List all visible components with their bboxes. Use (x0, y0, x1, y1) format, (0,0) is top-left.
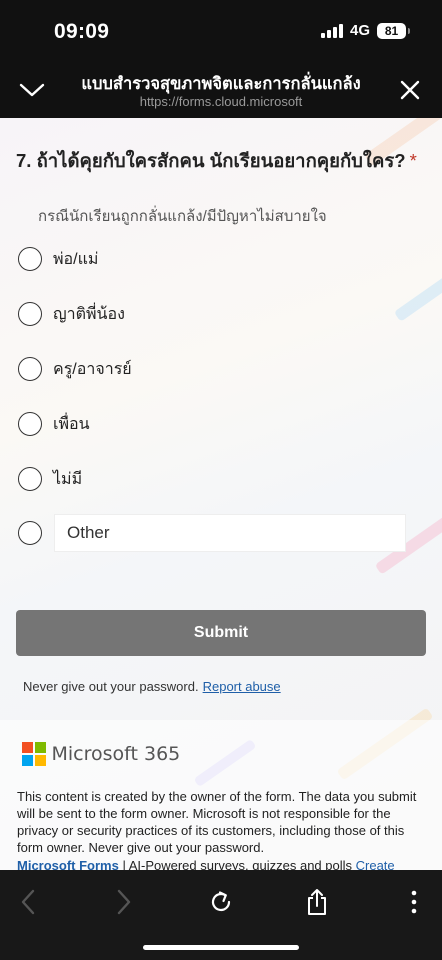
microsoft-365-logo: Microsoft 365 (22, 742, 180, 766)
radio-button[interactable] (18, 247, 42, 271)
question-text: 7. ถ้าได้คุยกับใครสักคน นักเรียนอยากคุยก… (16, 150, 406, 171)
option-label: ญาติพี่น้อง (53, 305, 125, 323)
option-father-mother[interactable]: พ่อ/แม่ (18, 242, 418, 276)
share-button[interactable] (297, 882, 337, 922)
page-url: https://forms.cloud.microsoft (139, 94, 303, 109)
chevron-down-icon (19, 83, 45, 97)
network-type: 4G (349, 22, 370, 39)
home-indicator[interactable] (143, 945, 299, 950)
reload-button[interactable] (201, 882, 241, 922)
status-indicators: 4G 81 (320, 22, 410, 39)
footer: Microsoft 365 This content is created by… (0, 720, 442, 870)
option-friend[interactable]: เพื่อน (18, 407, 418, 441)
question-title: 7. ถ้าได้คุยกับใครสักคน นักเรียนอยากคุยก… (16, 148, 428, 174)
browser-header: แบบสำรวจสุขภาพจิตและการกลั่นแกล้ง https:… (0, 62, 442, 118)
back-icon (21, 889, 35, 915)
question-subtitle: กรณีนักเรียนถูกกลั่นแกล้ง/มีปัญหาไม่สบาย… (38, 208, 327, 225)
radio-button[interactable] (18, 302, 42, 326)
share-icon (308, 889, 326, 915)
signal-icon (320, 23, 343, 38)
forms-tagline: Microsoft Forms | AI-Powered surveys, qu… (17, 858, 437, 870)
collapse-button[interactable] (16, 74, 48, 106)
forward-icon (117, 889, 131, 915)
brand-name: Microsoft 365 (51, 742, 181, 765)
option-label: ครู/อาจารย์ (53, 360, 132, 378)
option-other[interactable]: Other (18, 514, 418, 552)
option-label: เพื่อน (53, 415, 90, 433)
option-label: พ่อ/แม่ (53, 250, 99, 268)
radio-button[interactable] (18, 412, 42, 436)
more-icon (411, 890, 417, 914)
status-bar: 09:09 4G 81 (0, 0, 442, 62)
warning-text: Never give out your password. (23, 679, 199, 694)
report-abuse-link[interactable]: Report abuse (203, 679, 281, 694)
reload-icon (211, 891, 231, 912)
tagline-text: | AI-Powered surveys, quizzes and polls (118, 858, 356, 870)
back-button[interactable] (8, 882, 48, 922)
status-time: 09:09 (54, 20, 110, 43)
radio-button[interactable] (18, 357, 42, 381)
required-mark: * (409, 150, 417, 171)
close-button[interactable] (394, 74, 426, 106)
password-warning: Never give out your password. Report abus… (23, 679, 281, 694)
other-input[interactable]: Other (54, 514, 406, 552)
option-relatives[interactable]: ญาติพี่น้อง (18, 297, 418, 331)
close-icon (400, 80, 420, 100)
battery-icon: 81 (377, 22, 410, 39)
create-link[interactable]: Create (356, 858, 395, 870)
option-teacher[interactable]: ครู/อาจารย์ (18, 352, 418, 386)
option-label: ไม่มี (53, 470, 83, 488)
radio-button[interactable] (18, 521, 42, 545)
forward-button[interactable] (104, 882, 144, 922)
disclaimer-text: This content is created by the owner of … (17, 789, 417, 855)
submit-button[interactable]: Submit (16, 610, 426, 656)
microsoft-forms-link[interactable]: Microsoft Forms (17, 858, 119, 870)
more-button[interactable] (394, 882, 434, 922)
form-content[interactable]: 7. ถ้าได้คุยกับใครสักคน นักเรียนอยากคุยก… (0, 118, 442, 870)
radio-button[interactable] (18, 467, 42, 491)
microsoft-logo-icon (22, 742, 46, 766)
option-none[interactable]: ไม่มี (18, 462, 418, 496)
